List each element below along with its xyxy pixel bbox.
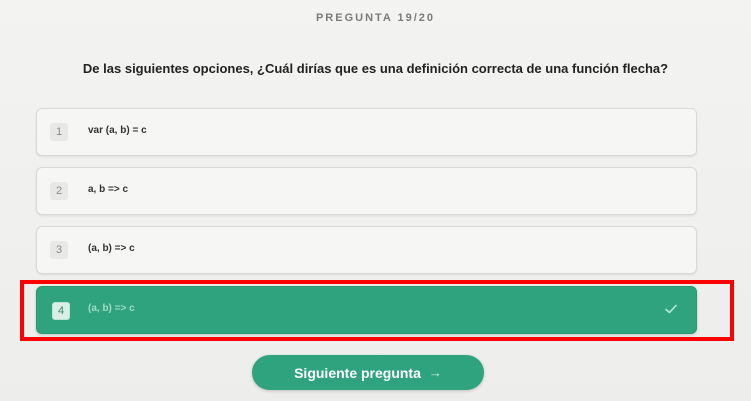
question-counter: PREGUNTA 19/20 [315,12,436,24]
option-label: var (a, b) = c [88,125,147,136]
option-label: a, b => c [88,184,129,195]
option-label: (a, b) => c [88,243,135,254]
next-question-button[interactable]: Siguiente pregunta → [252,355,484,390]
question-text: De las siguientes opciones, ¿Cuál dirías… [82,61,669,76]
option-number: 3 [50,241,68,259]
arrow-right-icon: → [428,365,442,380]
quiz-page: PREGUNTA 19/20 De las siguientes opcione… [0,0,751,401]
answer-option-2[interactable]: 2 a, b => c [36,167,697,215]
next-button-label: Siguiente pregunta [294,364,421,381]
option-number: 1 [50,123,68,141]
answer-option-3[interactable]: 3 (a, b) => c [36,226,697,274]
answer-option-1[interactable]: 1 var (a, b) = c [36,108,697,156]
option-number: 2 [50,182,68,200]
highlight-box [20,280,734,341]
